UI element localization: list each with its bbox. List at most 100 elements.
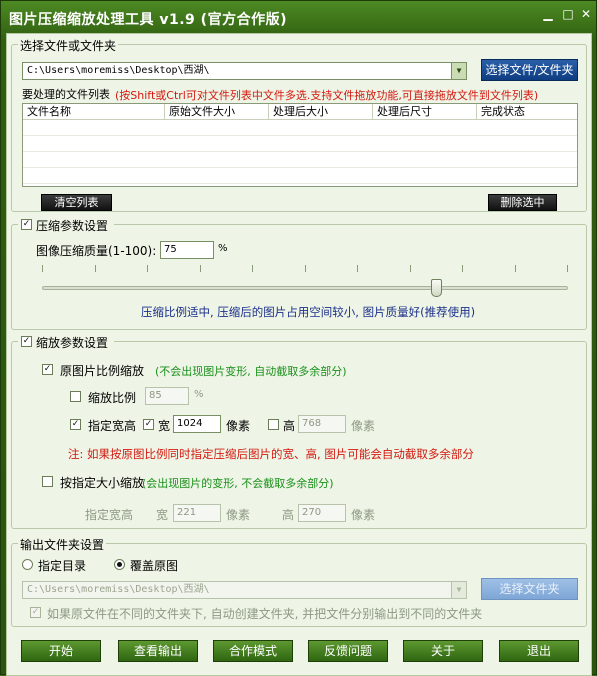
width-unit: 像素 [226,419,251,433]
compress-group-header: ✓ 压缩参数设置 [18,217,114,233]
slider-thumb[interactable] [431,279,442,297]
size-height-unit: 像素 [351,508,376,522]
slider-tick [147,265,148,272]
output-group: 输出文件夹设置 指定目录 覆盖原图 C:\Users\moremiss\Desk… [11,536,587,627]
chevron-down-icon[interactable]: ▼ [451,63,466,79]
column-header[interactable]: 原始文件大小 [165,104,269,119]
column-header[interactable]: 处理后大小 [269,104,373,119]
clear-list-button[interactable]: 清空列表 [41,194,112,211]
size-specify-label: 指定宽高 [85,508,134,522]
ratio-input[interactable]: 85 [145,387,189,405]
file-group-title: 选择文件或文件夹 [18,37,119,54]
browse-output-button[interactable]: 选择文件夹 [481,578,578,600]
file-group: 选择文件或文件夹 C:\Users\moremiss\Desktop\西湖\ ▼… [11,37,587,212]
size-scale-label: 按指定大小缩放 [60,476,145,490]
overwrite-radio[interactable] [114,559,125,570]
slider-tick [252,265,253,272]
slider-tick [567,265,568,272]
scale-group-header: ✓ 缩放参数设置 [18,334,114,350]
feedback-button[interactable]: 反馈问题 [308,640,388,662]
output-group-title: 输出文件夹设置 [18,536,107,553]
table-row [23,152,577,168]
about-button[interactable]: 关于 [403,640,483,662]
output-dir-radio[interactable] [22,559,33,570]
ratio-unit: % [194,389,204,400]
compress-group: ✓ 压缩参数设置 图像压缩质量(1-100): 75 % 压缩比例适中, 压缩后… [11,217,587,330]
width-label: 宽 [158,419,171,433]
quality-label: 图像压缩质量(1-100): [36,244,157,258]
compress-group-title: 压缩参数设置 [36,219,109,233]
quality-hint: 压缩比例适中, 压缩后的图片占用空间较小, 图片质量好(推荐使用) [141,305,476,319]
table-row [23,120,577,136]
collab-mode-button[interactable]: 合作模式 [213,640,293,662]
output-path-value: C:\Users\moremiss\Desktop\西湖\ [27,584,210,595]
ratio-label: 缩放比例 [88,391,137,405]
subfolder-label: 如果原文件在不同的文件夹下, 自动创建文件夹, 并把文件分别输出到不同的文件夹 [47,607,483,621]
slider-tick [200,265,201,272]
title-bar[interactable]: 图片压缩缩放处理工具 v1.9 (官方合作版) ▁ □ ✕ [1,1,596,33]
output-path-combo[interactable]: C:\Users\moremiss\Desktop\西湖\ ▼ [22,581,467,599]
compress-enable-checkbox[interactable]: ✓ [21,219,32,230]
slider-tick [42,265,43,272]
file-list-hint: (按Shift或Ctrl可对文件列表中文件多选.支持文件拖放功能,可直接拖放文件… [115,89,539,102]
slider-tick [95,265,96,272]
size-width-input[interactable]: 221 [173,504,221,522]
size-width-unit: 像素 [226,508,251,522]
file-list-label: 要处理的文件列表 [22,88,110,101]
column-header[interactable]: 完成状态 [477,104,577,119]
source-path-value: C:\Users\moremiss\Desktop\西湖\ [27,65,210,76]
size-scale-hint: (会出现图片的变形, 不会截取多余部分) [142,477,334,490]
quality-input[interactable]: 75 [160,241,214,259]
maximize-icon[interactable]: □ [561,7,575,21]
table-row [23,168,577,184]
source-path-combo[interactable]: C:\Users\moremiss\Desktop\西湖\ ▼ [22,62,467,80]
specify-size-label: 指定宽高 [88,419,137,433]
column-header[interactable]: 文件名称 [23,104,165,119]
subfolder-checkbox[interactable]: ✓ [30,607,41,618]
output-dir-label: 指定目录 [38,559,87,573]
slider-tick [410,265,411,272]
start-button[interactable]: 开始 [21,640,101,662]
exit-button[interactable]: 退出 [499,640,579,662]
slider-tick [357,265,358,272]
height-checkbox[interactable] [268,419,279,430]
height-unit: 像素 [351,419,376,433]
overwrite-label: 覆盖原图 [130,559,179,573]
window-title: 图片压缩缩放处理工具 v1.9 (官方合作版) [9,12,287,28]
proportional-label: 原图片比例缩放 [60,364,145,378]
scale-group-title: 缩放参数设置 [36,336,109,350]
size-width-label: 宽 [156,508,169,522]
slider-track [42,286,568,290]
slider-tick [462,265,463,272]
view-output-button[interactable]: 查看输出 [118,640,198,662]
scale-note: 注: 如果按原图比例同时指定压缩后图片的宽、高, 图片可能会自动截取多余部分 [68,447,474,461]
slider-tick [515,265,516,272]
size-height-input[interactable]: 270 [298,504,346,522]
browse-file-button[interactable]: 选择文件/文件夹 [481,59,578,81]
app-window: 图片压缩缩放处理工具 v1.9 (官方合作版) ▁ □ ✕ 选择文件或文件夹 C… [0,0,597,676]
size-height-label: 高 [282,508,295,522]
delete-selected-button[interactable]: 删除选中 [488,194,557,211]
width-checkbox[interactable]: ✓ [143,419,154,430]
ratio-checkbox[interactable] [70,391,81,402]
file-list-table[interactable]: 文件名称 原始文件大小 处理后大小 处理后尺寸 完成状态 [22,103,578,187]
main-panel: 选择文件或文件夹 C:\Users\moremiss\Desktop\西湖\ ▼… [6,33,592,676]
minimize-icon[interactable]: ▁ [541,7,555,21]
width-input[interactable]: 1024 [173,415,221,433]
quality-unit: % [218,243,228,254]
file-list-header: 文件名称 原始文件大小 处理后大小 处理后尺寸 完成状态 [23,104,577,120]
scale-enable-checkbox[interactable]: ✓ [21,336,32,347]
scale-group: ✓ 缩放参数设置 ✓ 原图片比例缩放 (不会出现图片变形, 自动截取多余部分) … [11,334,587,529]
column-header[interactable]: 处理后尺寸 [373,104,477,119]
size-scale-checkbox[interactable] [42,476,53,487]
chevron-down-icon[interactable]: ▼ [451,582,466,598]
proportional-checkbox[interactable]: ✓ [42,364,53,375]
close-icon[interactable]: ✕ [579,7,593,21]
table-row [23,136,577,152]
specify-size-checkbox[interactable]: ✓ [70,419,81,430]
height-label: 高 [283,419,296,433]
proportional-hint: (不会出现图片变形, 自动截取多余部分) [155,365,347,378]
height-input[interactable]: 768 [298,415,346,433]
slider-tick [305,265,306,272]
quality-slider[interactable] [42,265,568,297]
